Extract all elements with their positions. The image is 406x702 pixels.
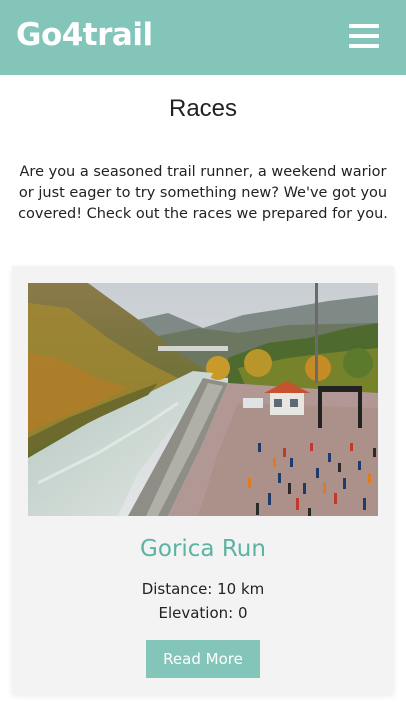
- race-distance: Distance: 10 km: [141, 580, 265, 598]
- race-photo: [28, 283, 378, 516]
- hamburger-menu-icon[interactable]: [348, 22, 380, 50]
- race-card: Gorica Run Distance: 10 km Elevation: 0 …: [12, 266, 394, 694]
- site-logo[interactable]: Go4trail: [16, 13, 153, 57]
- top-bar: Go4trail: [0, 0, 406, 75]
- race-elevation: Elevation: 0: [158, 604, 248, 622]
- intro-text: Are you a seasoned trail runner, a weeke…: [18, 164, 388, 222]
- race-photo-illustration: [28, 283, 378, 516]
- menu-bar-top: [349, 24, 379, 28]
- page-title: Races: [168, 95, 238, 122]
- race-title[interactable]: Gorica Run: [12, 536, 394, 562]
- read-more-button[interactable]: Read More: [146, 640, 260, 678]
- menu-bar-bottom: [349, 44, 379, 48]
- menu-bar-middle: [349, 34, 379, 38]
